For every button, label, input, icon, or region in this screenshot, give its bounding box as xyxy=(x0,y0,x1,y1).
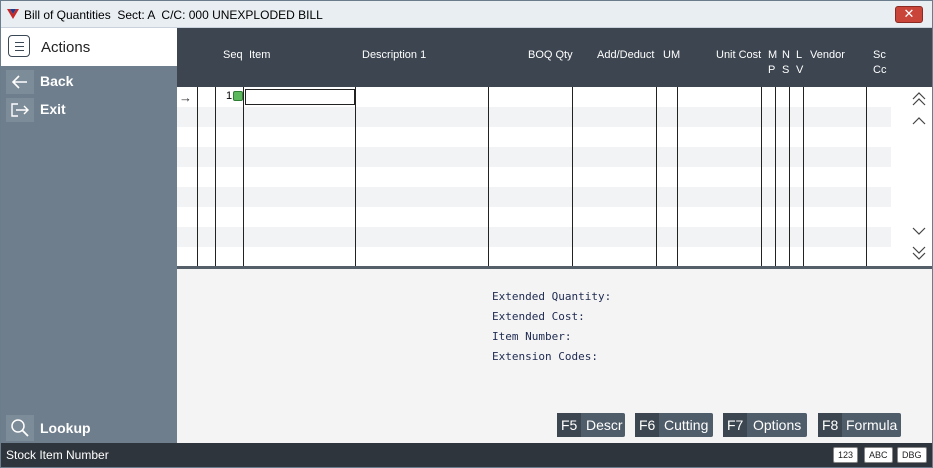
function-key-label: F7 xyxy=(723,413,748,437)
column-header-vendor[interactable]: Vendor xyxy=(810,48,845,62)
sidebar-item-label: Back xyxy=(40,73,74,89)
f5-descr-button[interactable]: F5 Descr xyxy=(557,413,625,437)
table-row[interactable] xyxy=(177,167,891,187)
column-header-lv-bottom[interactable]: V xyxy=(796,63,803,77)
column-divider xyxy=(572,87,573,267)
column-divider xyxy=(761,87,762,267)
grid-header: Seq Item Description 1 BOQ Qty Add/Deduc… xyxy=(177,28,932,87)
function-key-text: Options xyxy=(753,417,802,433)
table-row[interactable] xyxy=(177,207,891,227)
column-header-ns-top[interactable]: N xyxy=(782,48,790,62)
exit-icon xyxy=(6,98,34,122)
item-input[interactable] xyxy=(245,89,355,105)
actions-sidebar: Actions Back Exit Lookup xyxy=(1,28,177,443)
table-row[interactable] xyxy=(177,187,891,207)
column-divider xyxy=(197,87,198,267)
function-key-label: F6 xyxy=(635,413,660,437)
column-divider xyxy=(789,87,790,267)
function-key-label: F8 xyxy=(818,413,843,437)
menu-icon[interactable] xyxy=(8,35,30,57)
dropdown-indicator-icon[interactable] xyxy=(233,91,243,101)
grid-scrollbar[interactable] xyxy=(907,87,932,267)
column-divider xyxy=(803,87,804,267)
column-header-ns-bottom[interactable]: S xyxy=(782,63,789,77)
item-number-label: Item Number: xyxy=(492,330,572,343)
caps-mode-badge: ABC xyxy=(864,447,893,463)
actions-label: Actions xyxy=(41,39,91,56)
extension-codes-label: Extension Codes: xyxy=(492,350,598,363)
extended-quantity-label: Extended Quantity: xyxy=(492,290,612,303)
detail-panel: Extended Quantity: Extended Cost: Item N… xyxy=(177,269,932,443)
column-header-seq[interactable]: Seq xyxy=(223,48,243,62)
column-header-sc-top[interactable]: Sc xyxy=(873,48,886,62)
debug-mode-badge: DBG xyxy=(897,447,927,463)
table-row[interactable] xyxy=(177,147,891,167)
table-row[interactable] xyxy=(177,107,891,127)
function-key-text: Descr xyxy=(586,417,623,433)
column-header-add-deduct[interactable]: Add/Deduct xyxy=(597,48,654,62)
search-icon xyxy=(6,415,34,441)
function-key-text: Formula xyxy=(846,417,898,433)
title-bar: Bill of Quantities Sect: A C/C: 000 UNEX… xyxy=(1,1,932,28)
column-divider xyxy=(355,87,356,267)
app-logo-icon xyxy=(7,9,19,19)
column-divider xyxy=(656,87,657,267)
function-key-text: Cutting xyxy=(664,417,709,433)
column-divider xyxy=(775,87,776,267)
grid-body[interactable]: → 1 xyxy=(177,87,932,267)
column-divider xyxy=(243,87,244,267)
f8-formula-button[interactable]: F8 Formula xyxy=(818,413,901,437)
extended-cost-label: Extended Cost: xyxy=(492,310,585,323)
column-header-mp-top[interactable]: M xyxy=(768,48,777,62)
function-key-label: F5 xyxy=(557,413,582,437)
close-button[interactable]: ✕ xyxy=(895,6,923,23)
bill-of-quantities-window: Bill of Quantities Sect: A C/C: 000 UNEX… xyxy=(0,0,933,468)
scroll-to-bottom-icon[interactable] xyxy=(910,245,928,261)
row-seq-value: 1 xyxy=(226,90,233,102)
sidebar-item-exit[interactable]: Exit xyxy=(1,96,177,122)
table-row[interactable] xyxy=(177,247,891,267)
scroll-to-top-icon[interactable] xyxy=(910,91,928,107)
column-header-item[interactable]: Item xyxy=(249,48,270,62)
table-row[interactable] xyxy=(177,127,891,147)
sidebar-item-label: Exit xyxy=(40,101,66,117)
column-divider xyxy=(488,87,489,267)
sidebar-item-label: Lookup xyxy=(40,420,91,436)
arrow-left-icon xyxy=(6,70,34,94)
column-header-sc-bottom[interactable]: Cc xyxy=(873,63,886,77)
current-row-arrow-icon: → xyxy=(179,90,192,105)
column-header-um[interactable]: UM xyxy=(663,48,680,62)
f6-cutting-button[interactable]: F6 Cutting xyxy=(635,413,713,437)
numeric-mode-badge: 123 xyxy=(833,447,859,463)
scroll-down-icon[interactable] xyxy=(910,223,928,239)
status-bar: Stock Item Number 123 ABC DBG xyxy=(1,443,932,467)
sidebar-item-lookup[interactable]: Lookup xyxy=(1,414,177,442)
actions-header[interactable]: Actions xyxy=(1,28,177,66)
column-divider xyxy=(677,87,678,267)
table-row[interactable] xyxy=(177,227,891,247)
column-header-mp-bottom[interactable]: P xyxy=(768,63,775,77)
column-header-lv-top[interactable]: L xyxy=(796,48,802,62)
column-header-description[interactable]: Description 1 xyxy=(362,48,426,62)
column-divider xyxy=(215,87,216,267)
status-text: Stock Item Number xyxy=(6,448,109,462)
scroll-up-icon[interactable] xyxy=(910,113,928,129)
column-divider xyxy=(866,87,867,267)
column-header-unit-cost[interactable]: Unit Cost xyxy=(716,48,761,62)
sidebar-item-back[interactable]: Back xyxy=(1,68,177,94)
f7-options-button[interactable]: F7 Options xyxy=(723,413,807,437)
column-header-boq-qty[interactable]: BOQ Qty xyxy=(528,48,573,62)
window-title: Bill of Quantities Sect: A C/C: 000 UNEX… xyxy=(24,8,323,22)
